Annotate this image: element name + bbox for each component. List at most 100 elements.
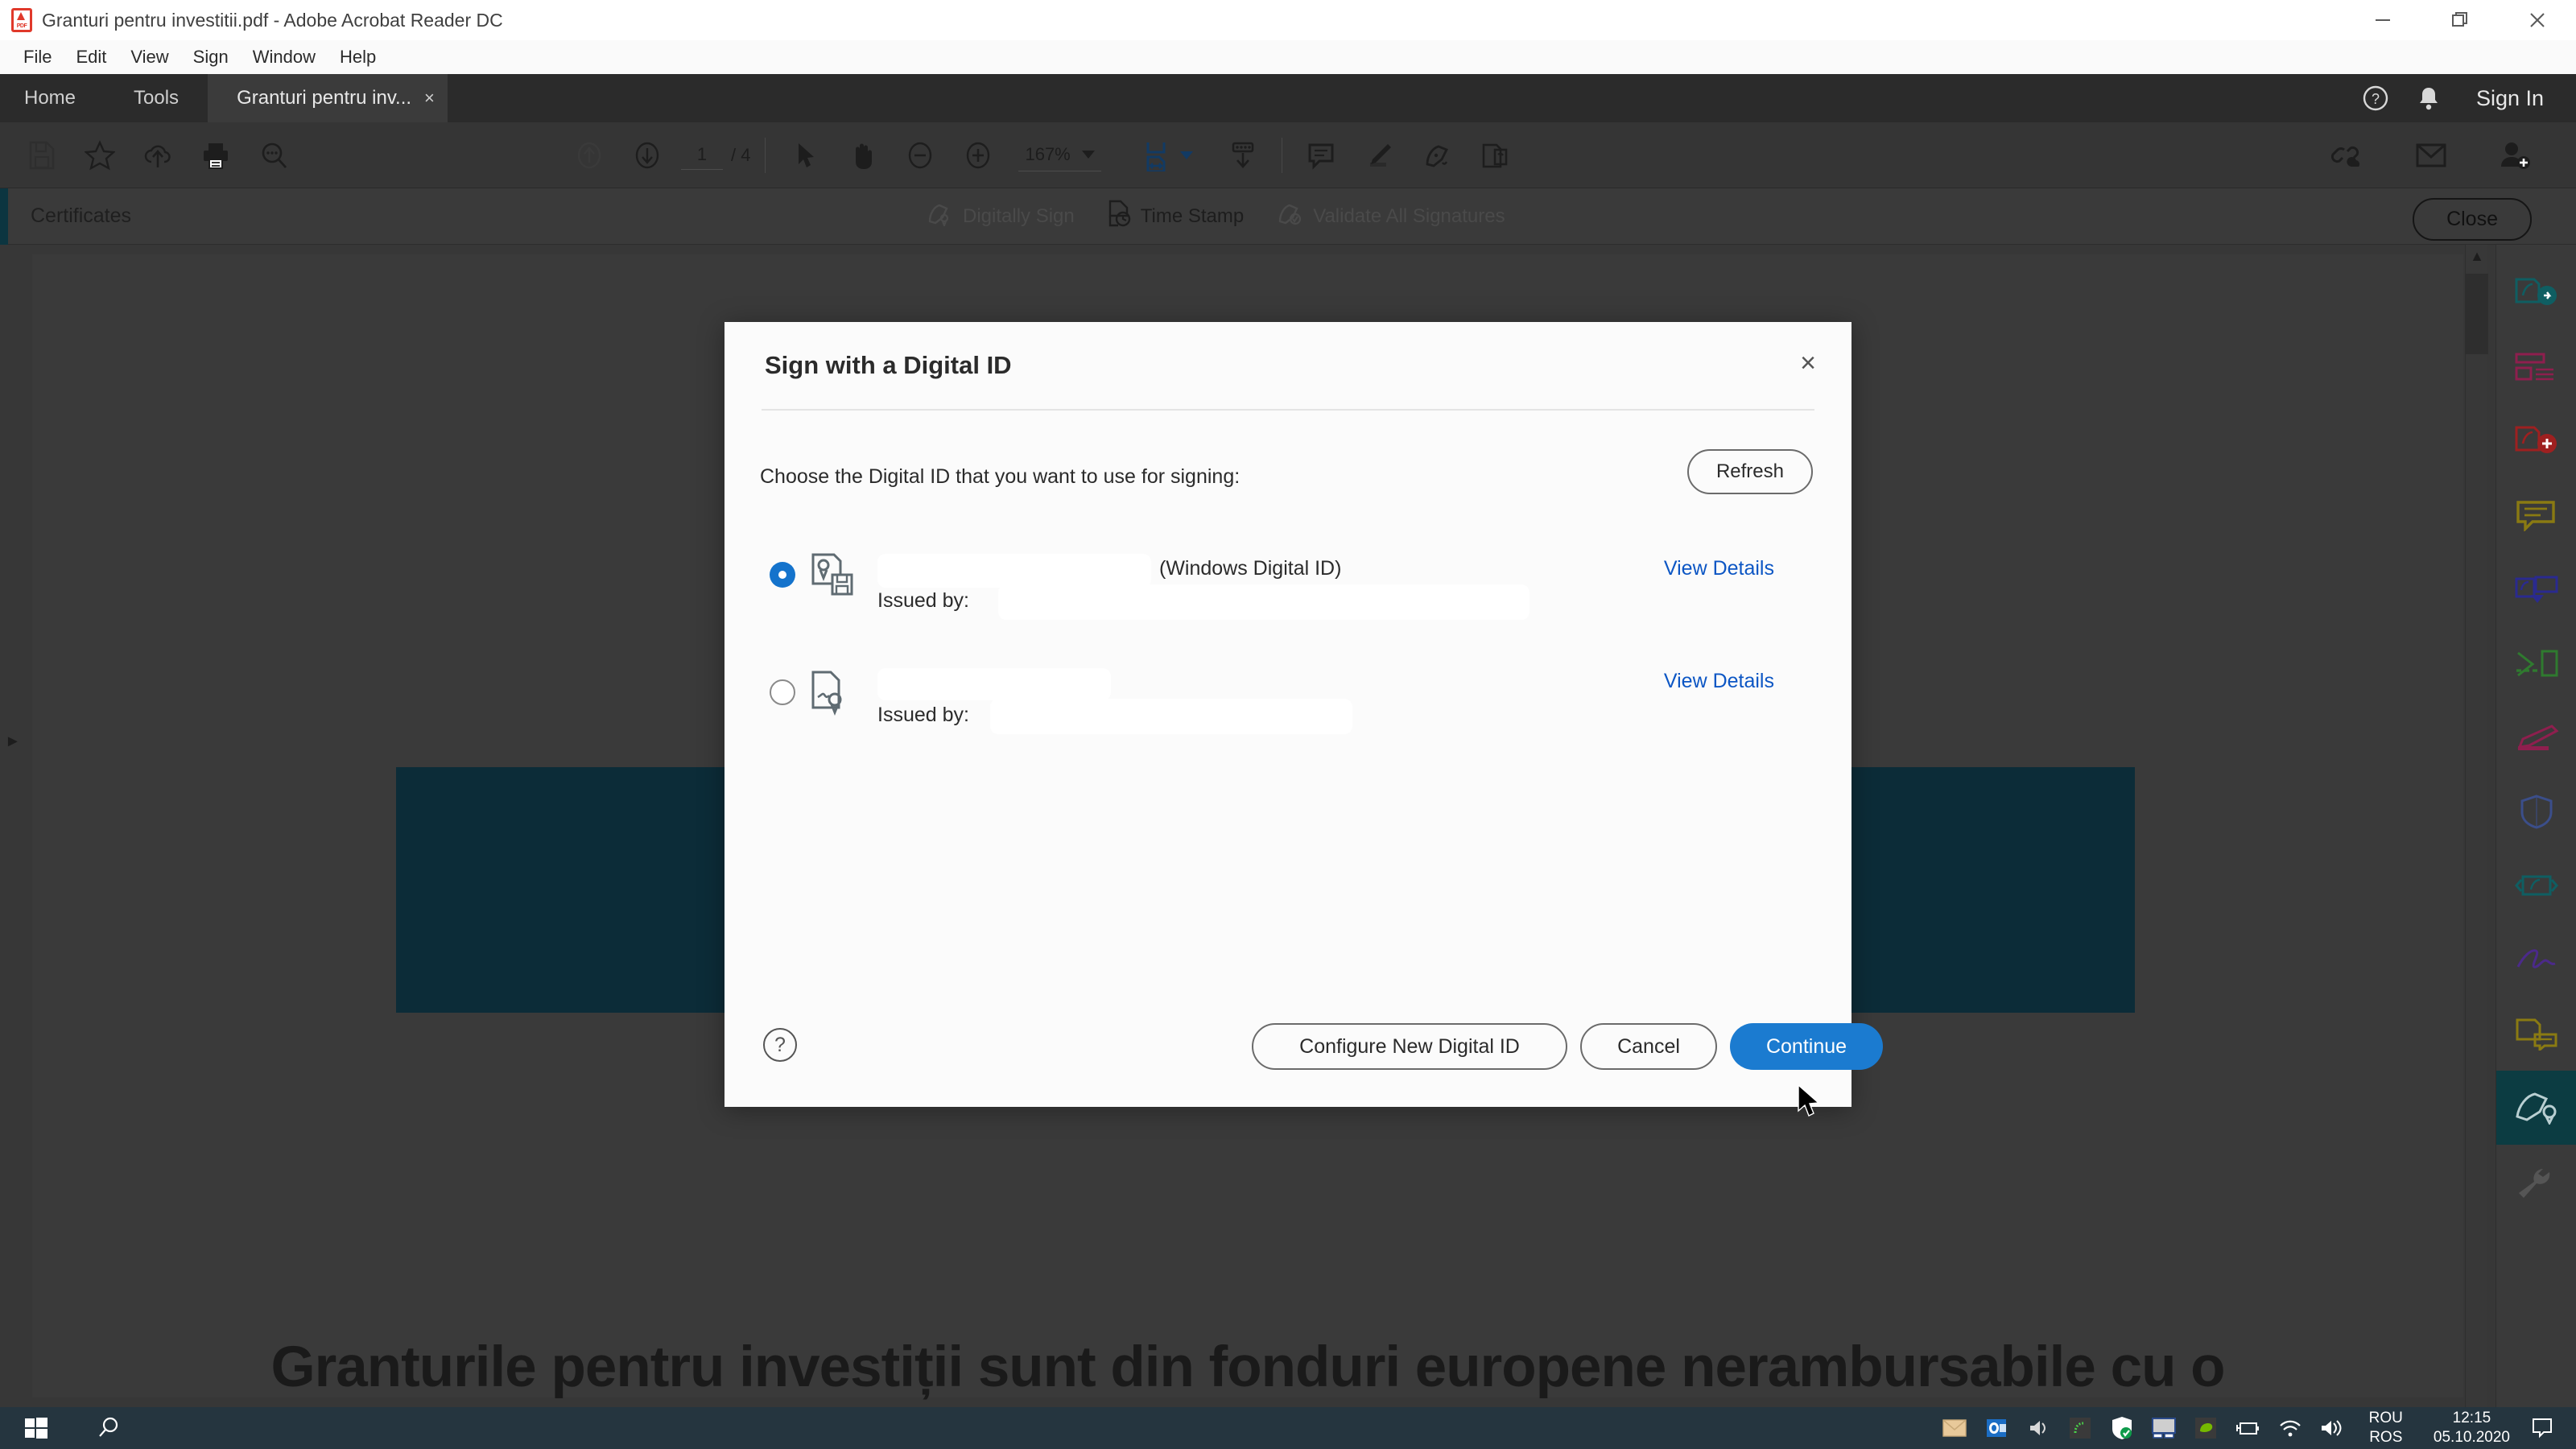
share-link-icon[interactable]: [2318, 130, 2376, 180]
digital-id-row[interactable]: (Windows Digital ID) Issued by: View Det…: [724, 539, 1852, 628]
taskbar-search-icon[interactable]: [72, 1407, 145, 1449]
fit-width-chevron-icon[interactable]: [1179, 151, 1193, 159]
save-icon[interactable]: [13, 130, 71, 180]
sidebar-item-protect[interactable]: [2496, 774, 2576, 848]
email-icon[interactable]: [2402, 130, 2460, 180]
sidebar-item-more-tools[interactable]: [2496, 1145, 2576, 1219]
menu-window[interactable]: Window: [241, 40, 328, 74]
digital-id-radio[interactable]: [770, 679, 795, 705]
close-icon[interactable]: [2499, 0, 2576, 40]
chevron-down-icon[interactable]: [1081, 151, 1095, 159]
sidebar-item-create-pdf[interactable]: [2496, 404, 2576, 478]
star-icon[interactable]: [71, 130, 129, 180]
digital-id-issued-by-label: Issued by:: [877, 589, 969, 612]
digitally-sign-icon: [926, 200, 953, 232]
digital-id-radio[interactable]: [770, 562, 795, 588]
dialog-footer: ? Configure New Digital ID Cancel Contin…: [724, 994, 1883, 1107]
keyboard-layout-indicator[interactable]: ROU ROS: [2359, 1409, 2413, 1447]
help-circle-icon[interactable]: ?: [2362, 85, 2389, 112]
speaker-app-icon[interactable]: [2025, 1414, 2052, 1442]
menu-edit[interactable]: Edit: [64, 40, 118, 74]
tab-close-icon[interactable]: ×: [424, 89, 435, 107]
toolbar-page-nav: 1 / 4: [560, 130, 755, 180]
vertical-scrollbar[interactable]: ▲: [2465, 245, 2488, 1407]
battery-icon[interactable]: [2234, 1414, 2261, 1442]
sign-in-button[interactable]: Sign In: [2468, 86, 2544, 111]
validate-signatures-button[interactable]: Validate All Signatures: [1276, 200, 1505, 232]
zoom-level-select[interactable]: 167%: [1018, 139, 1101, 171]
highlight-pen-icon[interactable]: [1350, 130, 1408, 180]
scrollbar-thumb[interactable]: [2466, 274, 2488, 354]
outlook-icon[interactable]: [1983, 1414, 2010, 1442]
stamp-icon[interactable]: [1466, 130, 1524, 180]
notification-icon[interactable]: [2524, 1407, 2560, 1449]
certificates-title: Certificates: [31, 204, 132, 227]
tab-tools[interactable]: Tools: [105, 74, 208, 122]
sidebar-item-organize-pages[interactable]: [2496, 330, 2576, 404]
menu-view[interactable]: View: [118, 40, 180, 74]
sidebar-item-redact[interactable]: [2496, 626, 2576, 700]
arrow-down-circle-icon[interactable]: [618, 130, 676, 180]
sidebar-item-compress-pdf[interactable]: [2496, 848, 2576, 923]
hand-pan-icon[interactable]: [833, 130, 891, 180]
sidebar-item-request-signatures[interactable]: [2496, 997, 2576, 1071]
zoom-out-icon[interactable]: [891, 130, 949, 180]
mail-icon[interactable]: [1941, 1414, 1968, 1442]
windows-start-icon[interactable]: [0, 1407, 72, 1449]
download-icon[interactable]: [1214, 130, 1272, 180]
taskbar-clock[interactable]: 12:15 05.10.2020: [2427, 1409, 2510, 1447]
page-number-box[interactable]: 1 / 4: [681, 141, 750, 170]
sidebar-item-export-pdf[interactable]: [2496, 256, 2576, 330]
volume-icon[interactable]: [2318, 1414, 2345, 1442]
sidebar-item-fill-and-sign[interactable]: [2496, 923, 2576, 997]
nvidia-icon[interactable]: [2192, 1414, 2219, 1442]
bell-icon[interactable]: [2417, 85, 2441, 111]
toolbar-share-group: [2318, 130, 2544, 180]
add-person-icon[interactable]: [2486, 130, 2544, 180]
defender-shield-icon[interactable]: [2108, 1414, 2136, 1442]
tab-home[interactable]: Home: [0, 74, 105, 122]
page-current-input[interactable]: 1: [681, 141, 723, 170]
toolbar-file-group: [13, 130, 303, 180]
app-green-icon[interactable]: [2066, 1414, 2094, 1442]
cancel-button[interactable]: Cancel: [1580, 1023, 1717, 1070]
certificates-close-button[interactable]: Close: [2413, 198, 2532, 241]
sidebar-item-edit-pdf[interactable]: [2496, 700, 2576, 774]
comment-icon[interactable]: [1292, 130, 1350, 180]
refresh-button[interactable]: Refresh: [1686, 449, 1813, 494]
time-stamp-button[interactable]: Time Stamp: [1107, 200, 1244, 233]
configure-new-digital-id-button[interactable]: Configure New Digital ID: [1252, 1023, 1567, 1070]
dialog-title: Sign with a Digital ID: [765, 351, 1012, 379]
restore-icon[interactable]: [2421, 0, 2499, 40]
menu-help[interactable]: Help: [328, 40, 388, 74]
print-icon[interactable]: [187, 130, 245, 180]
menu-file[interactable]: File: [11, 40, 64, 74]
digital-id-row[interactable]: Issued by: View Details: [724, 657, 1852, 745]
cursor-select-icon[interactable]: [775, 130, 833, 180]
cloud-upload-icon[interactable]: [129, 130, 187, 180]
left-panel-expand-icon[interactable]: ►: [5, 733, 21, 751]
dialog-help-icon[interactable]: ?: [763, 1028, 797, 1062]
dialog-close-icon[interactable]: ×: [1800, 349, 1816, 377]
view-details-link[interactable]: View Details: [1664, 670, 1774, 693]
menu-sign[interactable]: Sign: [181, 40, 241, 74]
minimize-icon[interactable]: [2344, 0, 2421, 40]
view-details-link[interactable]: View Details: [1664, 557, 1774, 580]
digital-id-list: (Windows Digital ID) Issued by: View Det…: [724, 539, 1852, 805]
sidebar-item-comment[interactable]: [2496, 478, 2576, 552]
dialog-subtitle: Choose the Digital ID that you want to u…: [760, 465, 1241, 488]
arrow-up-circle-icon[interactable]: [560, 130, 618, 180]
scroll-up-icon[interactable]: ▲: [2466, 248, 2488, 265]
display-icon[interactable]: [2150, 1414, 2178, 1442]
sign-with-digital-id-dialog: Sign with a Digital ID × Choose the Digi…: [724, 322, 1883, 1107]
sidebar-item-certificates[interactable]: [2496, 1071, 2576, 1145]
tab-document[interactable]: Granturi pentru inv... ×: [208, 74, 448, 122]
pdf-logo-icon: [11, 8, 32, 32]
wifi-icon[interactable]: [2276, 1414, 2303, 1442]
search-icon[interactable]: [245, 130, 303, 180]
sign-pen-icon[interactable]: [1408, 130, 1466, 180]
digitally-sign-button[interactable]: Digitally Sign: [926, 200, 1075, 232]
zoom-in-icon[interactable]: [949, 130, 1007, 180]
continue-button[interactable]: Continue: [1730, 1023, 1883, 1070]
sidebar-item-combine-files[interactable]: [2496, 552, 2576, 626]
